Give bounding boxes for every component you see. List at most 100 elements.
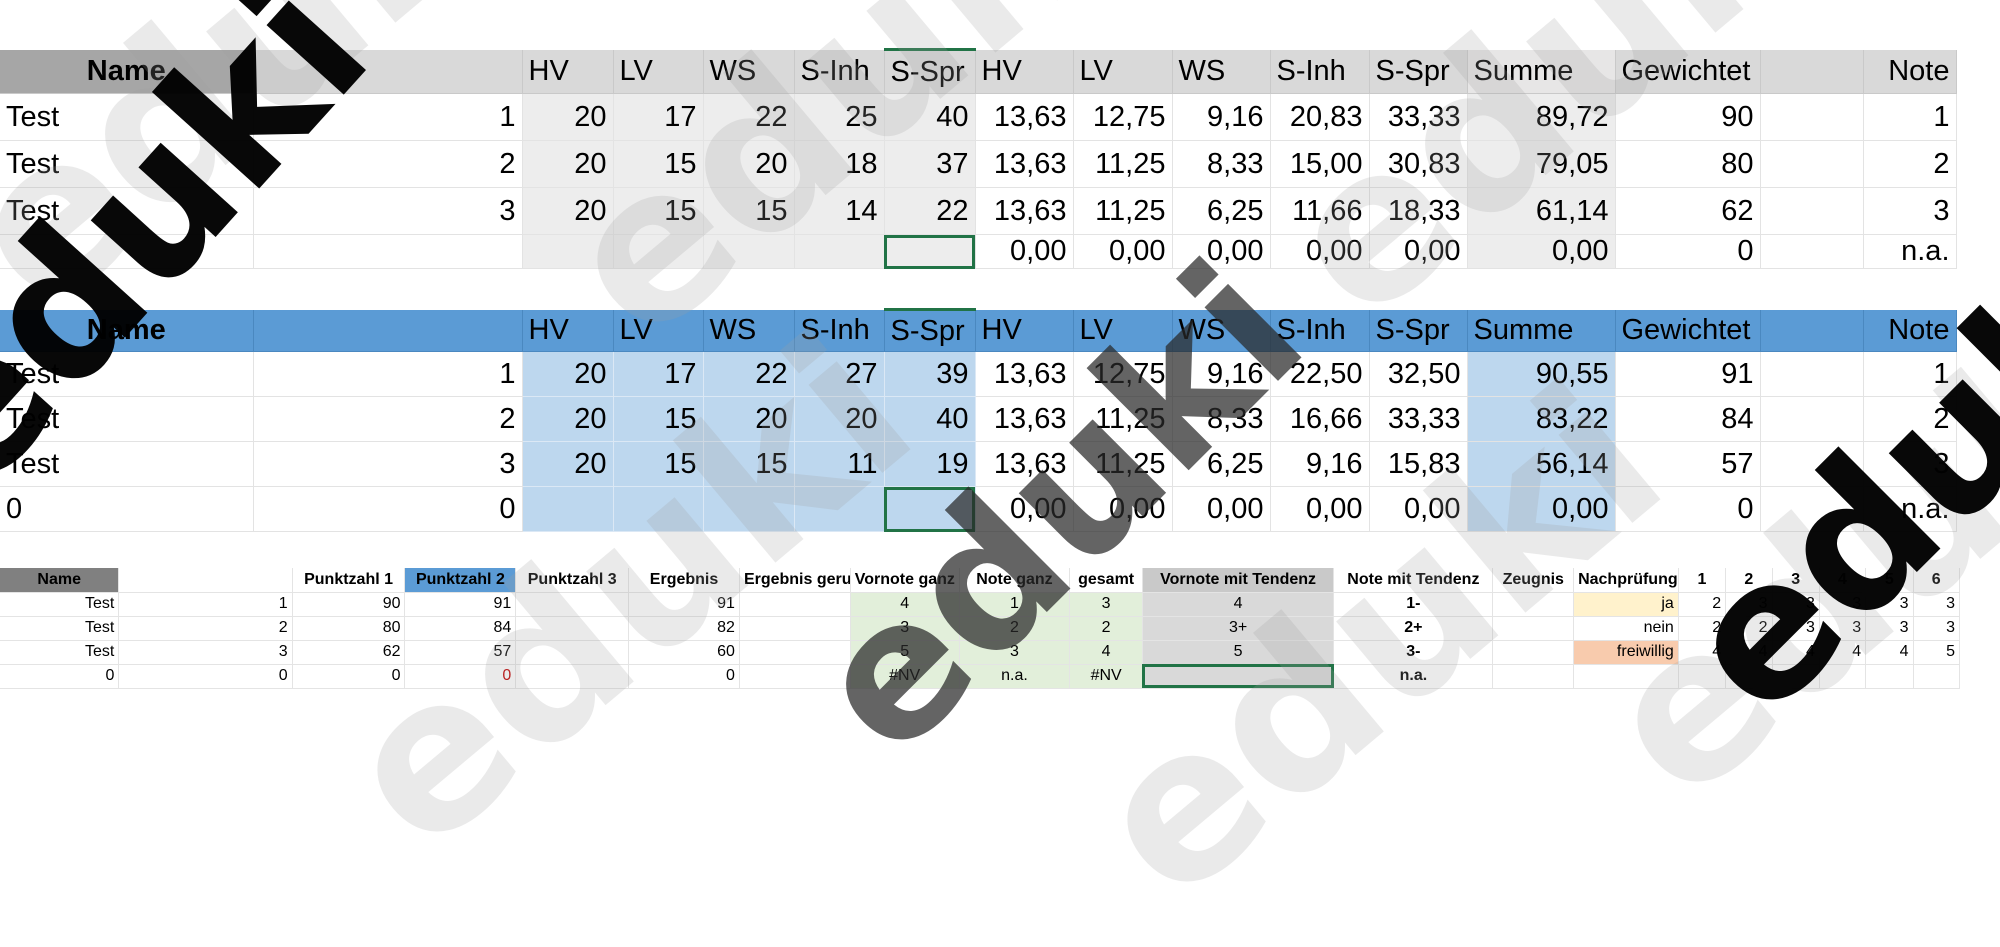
table-cell[interactable]: 3 xyxy=(118,640,293,665)
table-cell[interactable]: 11,66 xyxy=(1270,187,1370,235)
table-cell[interactable]: 0 xyxy=(1615,234,1761,269)
column-header[interactable]: HV xyxy=(522,309,614,352)
table-cell[interactable]: 20 xyxy=(794,396,885,442)
table-cell[interactable]: 20 xyxy=(703,140,795,188)
table-cell[interactable]: 20 xyxy=(522,187,614,235)
column-header[interactable] xyxy=(253,49,523,94)
table-cell[interactable]: 4 xyxy=(1865,640,1914,665)
column-header[interactable] xyxy=(1760,309,1864,352)
table-cell[interactable]: n.a. xyxy=(1863,486,1957,532)
table-cell[interactable]: 3 xyxy=(1913,616,1961,641)
column-header[interactable]: Name xyxy=(0,49,254,94)
column-header[interactable]: HV xyxy=(975,49,1074,94)
table-cell[interactable] xyxy=(794,486,885,532)
column-header[interactable]: LV xyxy=(613,49,704,94)
column-header[interactable]: LV xyxy=(1073,309,1173,352)
table-cell[interactable]: 2 xyxy=(118,616,293,641)
table-cell[interactable]: n.a. xyxy=(959,664,1071,689)
table-cell[interactable]: 8,33 xyxy=(1172,140,1271,188)
table-cell[interactable]: 82 xyxy=(628,616,740,641)
table-cell[interactable] xyxy=(515,616,630,641)
table-cell[interactable] xyxy=(1573,664,1679,689)
column-header[interactable]: S-Inh xyxy=(794,309,885,352)
table-cell[interactable]: 15 xyxy=(703,187,795,235)
table-cell[interactable]: 4 xyxy=(1142,592,1335,617)
table-cell[interactable]: 2 xyxy=(1678,616,1727,641)
table-cell[interactable]: 62 xyxy=(292,640,406,665)
table-cell[interactable]: 25 xyxy=(794,93,885,141)
table-cell[interactable]: 22 xyxy=(884,187,976,235)
column-header[interactable]: WS xyxy=(1172,49,1271,94)
table-cell[interactable]: 37 xyxy=(884,140,976,188)
column-header[interactable]: Zeugnis xyxy=(1492,568,1575,593)
column-header[interactable]: HV xyxy=(975,309,1074,352)
table-cell[interactable]: 1 xyxy=(959,592,1071,617)
table-cell[interactable]: 84 xyxy=(404,616,517,641)
table-cell[interactable]: 9,16 xyxy=(1270,441,1370,487)
table-cell[interactable] xyxy=(739,664,851,689)
table-cell[interactable]: 0,00 xyxy=(975,486,1074,532)
column-header[interactable]: Note ganz xyxy=(959,568,1071,593)
table-cell[interactable]: 20 xyxy=(522,140,614,188)
table-cell[interactable]: 3- xyxy=(1333,640,1494,665)
column-header[interactable]: S-Inh xyxy=(1270,309,1370,352)
table-cell[interactable]: 0 xyxy=(0,486,254,532)
table-cell[interactable]: 15 xyxy=(613,441,704,487)
table-cell[interactable]: 13,63 xyxy=(975,396,1074,442)
table-cell[interactable] xyxy=(739,616,851,641)
table-cell[interactable]: 90 xyxy=(1615,93,1761,141)
table-cell[interactable] xyxy=(1725,664,1773,689)
column-header[interactable]: Nachprüfung xyxy=(1573,568,1679,593)
table-cell[interactable]: Test xyxy=(0,441,254,487)
table-cell[interactable]: 6,25 xyxy=(1172,441,1271,487)
column-header[interactable]: Note xyxy=(1863,49,1957,94)
table-cell[interactable] xyxy=(1760,93,1864,141)
column-header[interactable]: LV xyxy=(1073,49,1173,94)
table-cell[interactable] xyxy=(739,640,851,665)
table-cell[interactable]: 2+ xyxy=(1333,616,1494,641)
table-cell[interactable] xyxy=(1819,664,1867,689)
table-cell[interactable]: 3 xyxy=(1069,592,1143,617)
table-cell[interactable]: 0,00 xyxy=(1172,234,1271,269)
table-cell[interactable]: 9,16 xyxy=(1172,93,1271,141)
table-cell[interactable]: Test xyxy=(0,93,254,141)
table-cell[interactable]: 0,00 xyxy=(1172,486,1271,532)
table-cell[interactable]: 57 xyxy=(404,640,517,665)
table-cell[interactable]: 0,00 xyxy=(1270,234,1370,269)
table-cell[interactable]: 39 xyxy=(884,351,976,397)
table-cell[interactable]: 90 xyxy=(292,592,406,617)
table-cell[interactable]: 3 xyxy=(1913,592,1961,617)
column-header[interactable]: Vornote mit Tendenz xyxy=(1142,568,1335,593)
table-cell[interactable]: 60 xyxy=(628,640,740,665)
table-cell[interactable] xyxy=(703,486,795,532)
table-cell[interactable]: 1- xyxy=(1333,592,1494,617)
table-cell[interactable]: 12,75 xyxy=(1073,93,1173,141)
column-header[interactable]: 3 xyxy=(1772,568,1820,593)
table-cell[interactable]: 5 xyxy=(850,640,960,665)
table-cell[interactable]: 15,83 xyxy=(1369,441,1468,487)
table-cell[interactable]: 15 xyxy=(613,396,704,442)
table-cell[interactable]: 3 xyxy=(959,640,1071,665)
table-cell[interactable]: 0 xyxy=(404,664,517,689)
column-header[interactable] xyxy=(1760,49,1864,94)
table-cell[interactable]: 0 xyxy=(628,664,740,689)
column-header[interactable]: S-Spr xyxy=(884,48,976,94)
table-cell[interactable]: 84 xyxy=(1615,396,1761,442)
table-cell[interactable]: 3 xyxy=(1819,592,1867,617)
table-cell[interactable] xyxy=(1760,234,1864,269)
table-cell[interactable] xyxy=(522,234,614,269)
table-cell[interactable]: 20 xyxy=(522,93,614,141)
column-header[interactable]: Ergebnis gerundet xyxy=(739,568,851,593)
table-cell[interactable]: 1 xyxy=(253,351,523,397)
table-cell[interactable]: 0 xyxy=(118,664,293,689)
column-header[interactable]: 1 xyxy=(1678,568,1727,593)
table-cell[interactable]: 3 xyxy=(1863,187,1957,235)
column-header[interactable] xyxy=(118,568,293,593)
table-cell[interactable]: 11,25 xyxy=(1073,187,1173,235)
table-cell[interactable]: 30,83 xyxy=(1369,140,1468,188)
table-cell[interactable]: Test xyxy=(0,640,120,665)
table-cell[interactable]: 3 xyxy=(850,616,960,641)
table-cell[interactable] xyxy=(253,234,523,269)
table-cell[interactable]: 89,72 xyxy=(1467,93,1616,141)
table-cell[interactable]: 13,63 xyxy=(975,93,1074,141)
